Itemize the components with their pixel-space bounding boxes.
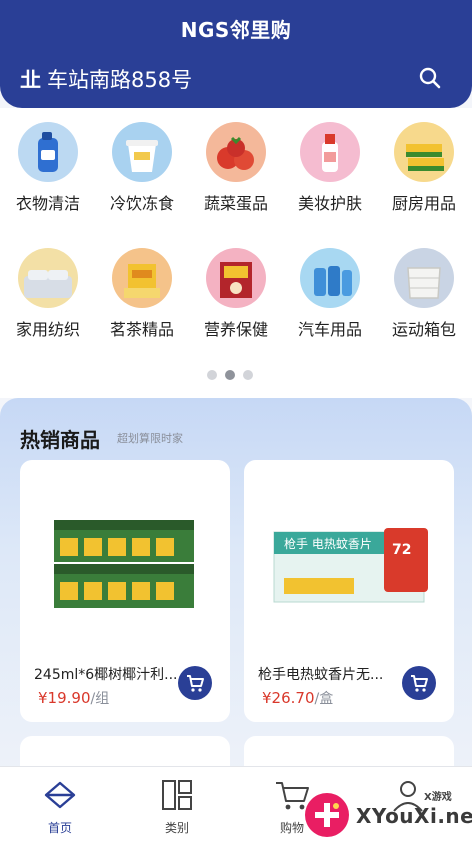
watermark-small-text: X游戏 xyxy=(424,792,452,803)
watermark-text: XYouXi.net xyxy=(356,804,472,828)
category-label: 茗茶精品 xyxy=(109,320,174,339)
product-image-mosquito-repellent: 枪手 电热蚊香片 72 xyxy=(244,482,454,672)
category-label: 衣物清洁 xyxy=(15,194,80,213)
location-prefix: 㐀 xyxy=(20,68,41,92)
product-name: 枪手电热蚊香片无... xyxy=(258,667,384,683)
carousel-dot[interactable] xyxy=(207,370,217,380)
category-label: 营养保健 xyxy=(203,320,268,339)
lotion-icon xyxy=(300,122,360,182)
home-icon xyxy=(40,777,80,813)
category-item-vegetables[interactable]: 蔬菜蛋品 xyxy=(191,122,281,214)
carousel-indicator xyxy=(207,370,253,380)
hot-section-subtitle: 超划算限时家 xyxy=(117,432,183,445)
bedding-icon xyxy=(18,248,78,308)
category-label: 蔬菜蛋品 xyxy=(203,194,268,213)
product-image-coconut-juice xyxy=(20,482,230,672)
carousel-dot[interactable] xyxy=(243,370,253,380)
category-item-textiles[interactable]: 家用纺织 xyxy=(3,248,93,340)
category-label: 运动箱包 xyxy=(391,320,456,339)
category-item-auto[interactable]: 汽车用品 xyxy=(285,248,375,340)
svg-text:72: 72 xyxy=(392,542,411,558)
product-card[interactable]: 245ml*6椰树椰汁利... ¥19.90/组 xyxy=(20,460,230,722)
carousel-dot-active[interactable] xyxy=(225,370,235,380)
tea-icon xyxy=(112,248,172,308)
category-label: 厨房用品 xyxy=(391,194,456,213)
category-label: 汽车用品 xyxy=(297,320,362,339)
category-item-frozen[interactable]: 冷饮冻食 xyxy=(97,122,187,214)
category-item-beauty[interactable]: 美妆护肤 xyxy=(285,122,375,214)
supplement-icon xyxy=(206,248,266,308)
category-label: 冷饮冻食 xyxy=(109,194,174,213)
category-label: 美妆护肤 xyxy=(297,194,362,213)
tab-label: 首页 xyxy=(47,821,72,835)
app-title: NGS邻里购 xyxy=(180,18,292,42)
category-label: 家用纺织 xyxy=(15,320,80,339)
app-screen: NGS邻里购 㐀 车站南路858号 衣物清洁 冷饮冻食 蔬菜蛋品 美妆护肤 厨房… xyxy=(0,0,472,846)
category-item-tea[interactable]: 茗茶精品 xyxy=(97,248,187,340)
add-to-cart-button[interactable] xyxy=(402,666,436,700)
category-item-kitchen[interactable]: 厨房用品 xyxy=(379,122,469,214)
header: NGS邻里购 㐀 车站南路858号 xyxy=(0,0,472,108)
search-icon[interactable] xyxy=(416,64,444,92)
category-icon xyxy=(157,777,197,813)
tab-category[interactable]: 类别 xyxy=(137,777,217,836)
sponge-icon xyxy=(394,122,454,182)
add-to-cart-button[interactable] xyxy=(178,666,212,700)
product-price: ¥19.90/组 xyxy=(38,689,110,707)
ice-cream-icon xyxy=(112,122,172,182)
water-bottle-icon xyxy=(300,248,360,308)
hot-section: 热销商品 超划算限时家 245ml*6椰树椰汁利... ¥19.90/组 枪手 … xyxy=(0,398,472,778)
detergent-icon xyxy=(18,122,78,182)
cart-icon xyxy=(411,675,428,692)
svg-text:枪手 电热蚊香片: 枪手 电热蚊香片 xyxy=(284,536,372,551)
watermark: X游戏 XYouXi.net xyxy=(302,786,472,842)
watermark-logo-icon xyxy=(305,793,349,837)
cart-icon xyxy=(187,675,204,692)
category-item-health[interactable]: 营养保健 xyxy=(191,248,281,340)
location-selector[interactable]: 㐀 车站南路858号 xyxy=(20,64,192,94)
product-name: 245ml*6椰树椰汁利... xyxy=(34,667,178,683)
category-grid: 衣物清洁 冷饮冻食 蔬菜蛋品 美妆护肤 厨房用品 家用纺织 茗茶精品 营养保健 … xyxy=(0,108,472,398)
product-card[interactable]: 枪手 电热蚊香片 72 枪手电热蚊香片无... ¥26.70/盒 xyxy=(244,460,454,722)
tab-home[interactable]: 首页 xyxy=(20,777,100,836)
category-item-sports-bags[interactable]: 运动箱包 xyxy=(379,248,469,340)
tab-label: 类别 xyxy=(164,821,189,835)
location-text: 车站南路858号 xyxy=(47,68,193,92)
vegetables-icon xyxy=(206,122,266,182)
storage-bag-icon xyxy=(394,248,454,308)
hot-section-title: 热销商品 xyxy=(20,428,100,452)
product-price: ¥26.70/盒 xyxy=(262,689,334,707)
category-item-laundry[interactable]: 衣物清洁 xyxy=(3,122,93,214)
